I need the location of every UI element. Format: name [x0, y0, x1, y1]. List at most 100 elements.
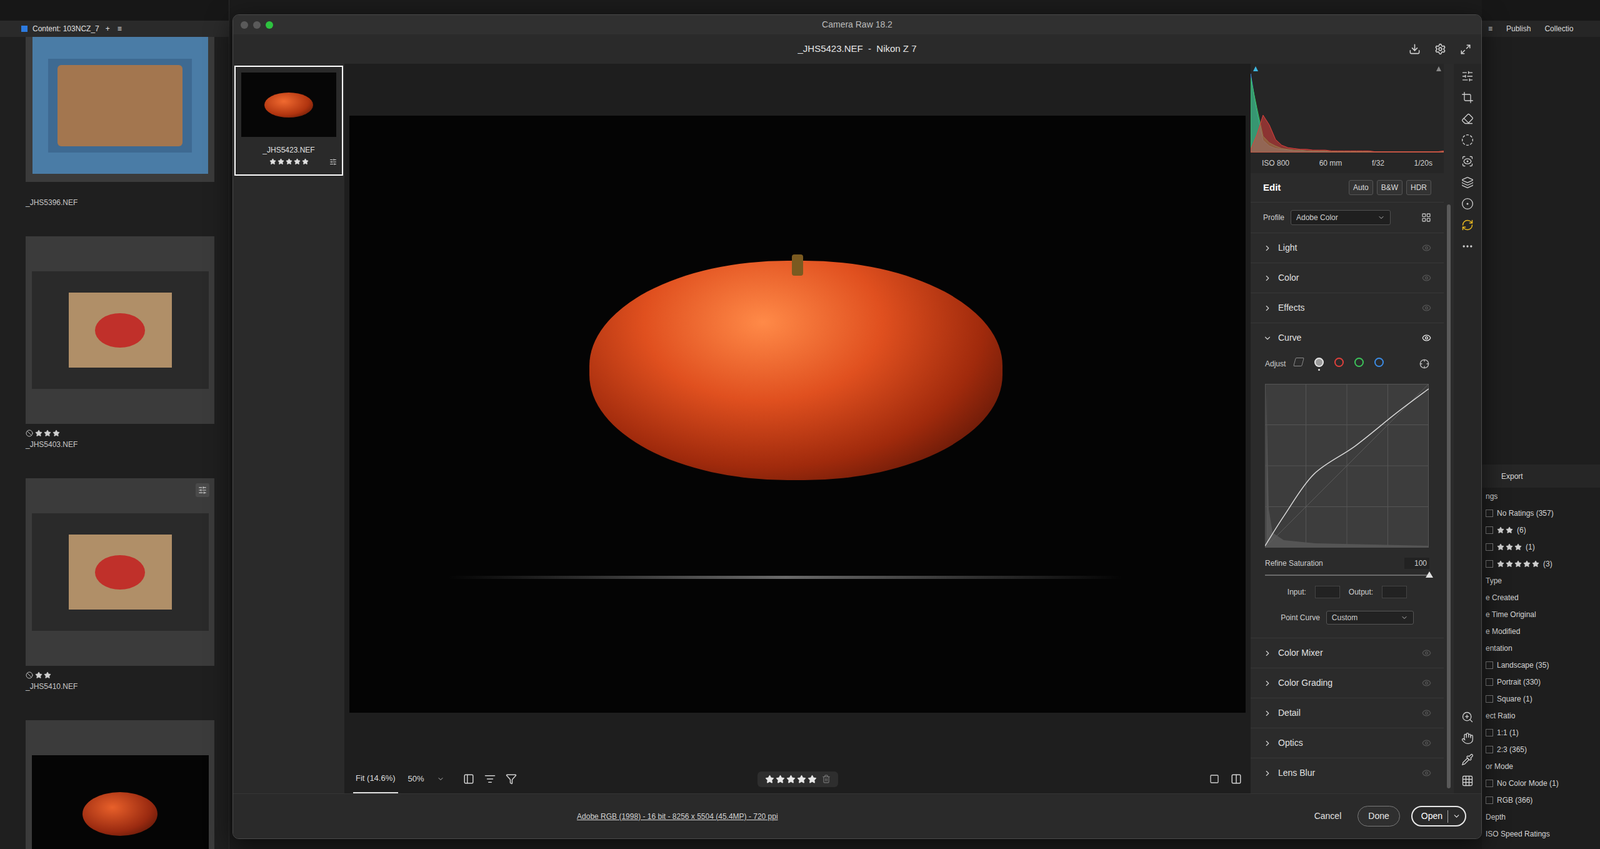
filmstrip-item[interactable]: _JHS5423.NEF [234, 65, 344, 176]
thumbnail-item[interactable]: _JHS5403.NEF [25, 236, 229, 479]
zoom-icon[interactable] [1461, 710, 1474, 724]
filter-heading[interactable]: or Mode [1481, 757, 1600, 775]
more-icon[interactable] [1461, 240, 1474, 253]
expand-icon[interactable] [1263, 708, 1272, 718]
filter-checkbox[interactable] [1485, 509, 1494, 517]
curve-channel-button[interactable] [1291, 354, 1306, 374]
section-header[interactable]: Detail [1250, 698, 1444, 728]
curve-channel-button[interactable] [1371, 354, 1386, 374]
panel-tab[interactable]: Collectio [1544, 23, 1574, 35]
visibility-icon[interactable] [1421, 333, 1432, 343]
filter-checkbox[interactable] [1485, 661, 1494, 669]
expand-icon[interactable] [1263, 768, 1272, 778]
filter-heading[interactable]: entation [1481, 639, 1600, 657]
filter-checkbox[interactable] [1485, 695, 1494, 703]
star-icon[interactable] [1496, 543, 1505, 551]
filter-checkbox[interactable] [1485, 779, 1494, 787]
star-icon[interactable] [293, 158, 301, 165]
gear-icon[interactable] [1434, 43, 1447, 55]
visibility-icon[interactable] [1421, 708, 1432, 718]
red-eye-icon[interactable] [1461, 155, 1474, 168]
reject-icon[interactable] [25, 671, 34, 679]
thumbnail-item[interactable] [25, 720, 229, 849]
eyedropper-icon[interactable] [1461, 753, 1474, 766]
star-icon[interactable] [1523, 560, 1531, 568]
trash-icon[interactable] [821, 774, 831, 784]
star-rating[interactable] [1496, 526, 1514, 534]
thumbnail-card[interactable] [25, 36, 215, 182]
filter-heading[interactable]: e Time Original [1481, 605, 1600, 623]
star-icon[interactable] [277, 158, 285, 165]
zoom-level[interactable]: 50% [408, 772, 445, 785]
star-icon[interactable] [765, 774, 775, 784]
before-after-icon[interactable] [1230, 773, 1242, 785]
close-button[interactable] [240, 21, 249, 29]
menu-button[interactable]: ≡ [1488, 23, 1493, 35]
filter-row[interactable]: 2:3 (365) [1481, 740, 1600, 758]
filter-heading[interactable]: ect Ratio [1481, 706, 1600, 724]
section-header[interactable]: Color Grading [1250, 668, 1444, 698]
filter-heading[interactable]: ISO Speed Ratings [1481, 825, 1600, 842]
scrollbar-thumb[interactable] [1446, 204, 1451, 789]
fit-zoom-button[interactable]: Fit (14.6%) [353, 764, 399, 794]
star-icon[interactable] [43, 429, 52, 437]
refine-saturation-slider[interactable] [1265, 570, 1430, 580]
star-icon[interactable] [796, 774, 807, 784]
expand-icon[interactable] [1263, 678, 1272, 688]
filter-checkbox[interactable] [1485, 560, 1494, 568]
fullscreen-icon[interactable] [1460, 43, 1472, 55]
star-rating[interactable] [269, 158, 309, 165]
filter-row[interactable]: No Ratings (357) [1481, 504, 1600, 522]
filter-heading[interactable]: Type [1481, 571, 1600, 589]
section-header[interactable]: Optics [1250, 728, 1444, 758]
star-rating[interactable] [35, 429, 60, 437]
thumbnail-card[interactable] [25, 720, 215, 849]
done-button[interactable]: Done [1357, 805, 1400, 827]
thumbnail-card[interactable] [25, 478, 215, 666]
sort-icon[interactable] [484, 773, 496, 785]
filter-row[interactable]: Portrait (330) [1481, 673, 1600, 690]
filter-checkbox[interactable] [1485, 678, 1494, 686]
expand-icon[interactable] [1263, 273, 1272, 283]
filter-checkbox[interactable] [1485, 543, 1494, 551]
reject-icon[interactable] [25, 429, 34, 437]
point-curve-select[interactable]: Custom [1326, 610, 1414, 625]
star-icon[interactable] [35, 671, 43, 679]
presets-icon[interactable] [1461, 176, 1474, 189]
output-field[interactable] [1381, 585, 1407, 599]
star-icon[interactable] [1505, 543, 1514, 551]
filter-checkbox[interactable] [1485, 526, 1494, 534]
panel-tab[interactable]: Publish [1506, 23, 1531, 35]
section-header[interactable]: Color Mixer [1250, 638, 1444, 668]
filter-row[interactable]: Square (1) [1481, 690, 1600, 707]
star-icon[interactable] [269, 158, 277, 165]
channel-curve-icon[interactable] [1354, 357, 1364, 367]
thumbnail-card[interactable] [25, 236, 215, 424]
zoom-button[interactable] [265, 21, 274, 29]
sync-icon[interactable] [1461, 218, 1474, 232]
star-icon[interactable] [285, 158, 293, 165]
filter-row[interactable]: RGB (366) [1481, 791, 1600, 809]
thumbnail-item[interactable]: _JHS5410.NEF [25, 478, 229, 720]
filter-heading[interactable]: Depth [1481, 808, 1600, 825]
channel-curve-icon[interactable] [1334, 357, 1344, 367]
star-icon[interactable] [807, 774, 817, 784]
section-header[interactable]: Curve [1250, 323, 1444, 353]
curve-channel-button[interactable] [1331, 354, 1346, 374]
edit-mode-button[interactable]: Auto [1348, 180, 1374, 195]
workflow-options-link[interactable]: Adobe RGB (1998) - 16 bit - 8256 x 5504 … [576, 810, 779, 822]
panel-scrollbar[interactable] [1443, 63, 1454, 794]
filter-heading[interactable]: e Modified [1481, 622, 1600, 640]
star-icon[interactable] [1514, 560, 1522, 568]
edit-mode-button[interactable]: B&W [1376, 180, 1403, 195]
filter-row[interactable]: No Color Mode (1) [1481, 774, 1600, 792]
star-icon[interactable] [1505, 526, 1514, 534]
slider-thumb[interactable] [1425, 571, 1434, 578]
crop-icon[interactable] [1461, 91, 1474, 104]
star-rating[interactable] [765, 774, 817, 784]
curve-graph[interactable] [1265, 383, 1429, 548]
filter-checkbox[interactable] [1485, 728, 1494, 737]
save-icon[interactable] [1408, 43, 1421, 55]
open-options-icon[interactable] [1452, 811, 1461, 820]
minimize-button[interactable] [253, 21, 261, 29]
